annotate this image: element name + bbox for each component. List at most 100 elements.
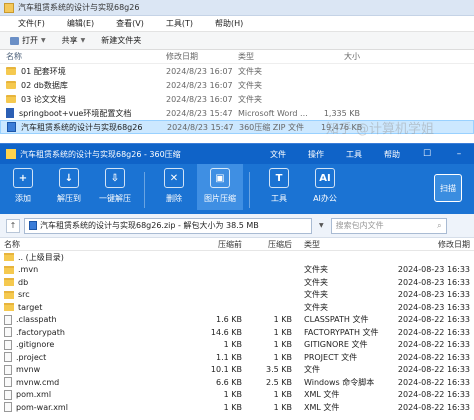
image-compress-button[interactable]: ▣ 图片压缩	[197, 164, 243, 210]
table-row[interactable]: .factorypath 14.6 KB 1 KB FACTORYPATH 文件 202…	[0, 326, 474, 339]
zcol-before[interactable]: 压缩前	[194, 239, 246, 250]
folder-icon	[4, 265, 14, 274]
col-date[interactable]: 修改日期	[166, 51, 238, 62]
explorer-title-bar: 汽车租赁系统的设计与实现68g26	[0, 0, 474, 16]
watermark: 知乎 @计算机学姐	[325, 122, 434, 137]
skin-icon[interactable]: ☐	[422, 149, 432, 159]
entry-name: pom.xml	[0, 389, 194, 400]
entry-type: 文件夹	[304, 290, 328, 300]
open-label: 打开	[22, 36, 38, 45]
menu-tools[interactable]: 工具(T)	[166, 18, 193, 29]
entry-after: 3.5 KB	[266, 365, 292, 375]
zip-window: 汽车租赁系统的设计与实现68g26 - 360压缩 文件 操作 工具 帮助 ☐ …	[0, 143, 474, 420]
list-item[interactable]: 01 配套环境 2024/8/23 16:07 文件夹	[0, 64, 474, 78]
add-button[interactable]: + 添加	[0, 168, 46, 204]
entry-after: 1 KB	[273, 340, 292, 350]
entry-before: 1.1 KB	[216, 352, 242, 362]
item-type: 360压缩 ZIP 文件	[239, 122, 305, 132]
col-name[interactable]: 名称	[0, 51, 166, 62]
scan-button[interactable]: 扫描	[434, 174, 462, 202]
path-dropdown-icon[interactable]: ▼	[316, 222, 327, 229]
ai-office-icon: AI	[315, 168, 335, 188]
ai-office-button[interactable]: AI AI办公	[302, 168, 348, 204]
folder-icon	[6, 67, 16, 75]
zcol-type[interactable]: 类型	[298, 239, 384, 250]
table-row[interactable]: db 文件夹 2024-08-23 16:33	[0, 276, 474, 289]
item-type: 文件夹	[238, 94, 262, 104]
menu-help[interactable]: 帮助(H)	[215, 18, 243, 29]
zip-menu-help[interactable]: 帮助	[384, 149, 400, 160]
table-row[interactable]: .classpath 1.6 KB 1 KB CLASSPATH 文件 2024-08-…	[0, 314, 474, 327]
table-row[interactable]: src 文件夹 2024-08-23 16:33	[0, 289, 474, 302]
ribbon-separator	[249, 172, 250, 208]
folder-icon	[4, 253, 14, 262]
entry-name-text: .classpath	[16, 315, 57, 325]
menu-view[interactable]: 查看(V)	[116, 18, 144, 29]
entry-name-text: pom-war.xml	[16, 402, 68, 412]
table-row[interactable]: mvnw 10.1 KB 3.5 KB 文件 2024-08-22 16:33	[0, 364, 474, 377]
file-icon	[4, 327, 12, 338]
new-folder-button[interactable]: 新建文件夹	[97, 35, 145, 46]
search-placeholder: 搜索包内文件	[335, 221, 384, 230]
item-name: 02 db数据库	[0, 80, 166, 91]
entry-type: 文件	[304, 365, 320, 375]
extract-to-button[interactable]: ↓ 解压到	[46, 168, 92, 204]
table-row[interactable]: mvnw.cmd 6.6 KB 2.5 KB Windows 命令脚本 2024-08-…	[0, 376, 474, 389]
zcol-date[interactable]: 修改日期	[384, 239, 474, 250]
up-level-icon[interactable]: ↑	[6, 218, 20, 233]
table-row[interactable]: target 文件夹 2024-08-23 16:33	[0, 301, 474, 314]
open-button[interactable]: 打开 ▼	[6, 35, 50, 46]
entry-type: CLASSPATH 文件	[304, 315, 369, 325]
col-type[interactable]: 类型	[238, 51, 320, 62]
share-button[interactable]: 共享 ▼	[58, 35, 90, 46]
table-row[interactable]: pom-war.xml 1 KB 1 KB XML 文件 2024-08-22 16:3…	[0, 401, 474, 414]
table-row[interactable]: .mvn 文件夹 2024-08-23 16:33	[0, 264, 474, 277]
col-size[interactable]: 大小	[320, 51, 360, 62]
zip-menu-file[interactable]: 文件	[270, 149, 286, 160]
file-icon	[4, 389, 12, 400]
entry-name: .classpath	[0, 314, 194, 325]
entry-type: Windows 命令脚本	[304, 377, 375, 387]
search-input[interactable]: 搜索包内文件 ⌕	[330, 217, 447, 234]
menu-file[interactable]: 文件(F)	[18, 18, 45, 29]
entry-name-text: .factorypath	[16, 327, 65, 337]
zip-file-list: .. (上级目录) .mvn 文件夹 2024-08-23 16:33 db 文件夹 202…	[0, 251, 474, 414]
zip-address-bar: ↑ 汽车租赁系统的设计与实现68g26.zip - 解包大小为 38.5 MB …	[0, 214, 474, 238]
table-row[interactable]: .gitignore 1 KB 1 KB GITIGNORE 文件 2024-08-22…	[0, 339, 474, 352]
file-icon	[4, 364, 12, 375]
ribbon-label: 一键解压	[99, 194, 131, 203]
parent-dir-row[interactable]: .. (上级目录)	[0, 251, 474, 264]
entry-after: 1 KB	[273, 390, 292, 400]
zip-menu-operate[interactable]: 操作	[308, 149, 324, 160]
entry-date: 2024-08-22 16:33	[397, 402, 470, 412]
zip-icon	[7, 122, 16, 132]
delete-button[interactable]: ✕ 删除	[151, 168, 197, 204]
one-click-extract-button[interactable]: ⇩ 一键解压	[92, 168, 138, 204]
zcol-after[interactable]: 压缩后	[246, 239, 298, 250]
list-item[interactable]: 02 db数据库 2024/8/23 16:07 文件夹	[0, 78, 474, 92]
zip-menu-tools[interactable]: 工具	[346, 149, 362, 160]
search-icon[interactable]: ⌕	[437, 221, 441, 231]
item-name-text: 03 论文文档	[21, 94, 66, 104]
entry-name-text: .mvn	[18, 265, 39, 275]
zcol-name[interactable]: 名称	[0, 239, 194, 250]
minimize-icon[interactable]: –	[454, 149, 464, 159]
list-item[interactable]: 03 论文文档 2024/8/23 16:07 文件夹	[0, 92, 474, 106]
new-folder-label: 新建文件夹	[101, 36, 142, 45]
table-row[interactable]: .project 1.1 KB 1 KB PROJECT 文件 2024-08-22 1…	[0, 351, 474, 364]
folder-icon	[4, 278, 14, 287]
table-row[interactable]: pom.xml 1 KB 1 KB XML 文件 2024-08-22 16:33	[0, 389, 474, 402]
zip-app-icon	[6, 149, 16, 159]
entry-name: db	[0, 278, 194, 287]
entry-name-text: src	[18, 290, 30, 300]
zip-path-field[interactable]: 汽车租赁系统的设计与实现68g26.zip - 解包大小为 38.5 MB	[24, 217, 312, 234]
entry-name: pom-war.xml	[0, 402, 194, 413]
file-icon	[4, 314, 12, 325]
scan-label: 扫描	[440, 183, 456, 193]
menu-edit[interactable]: 编辑(E)	[67, 18, 94, 29]
entry-date: 2024-08-23 16:33	[397, 277, 470, 287]
entry-before: 1.6 KB	[216, 315, 242, 325]
explorer-menu-bar: 文件(F) 编辑(E) 查看(V) 工具(T) 帮助(H)	[0, 16, 474, 32]
tools-button[interactable]: T 工具	[256, 168, 302, 204]
add-icon: +	[13, 168, 33, 188]
